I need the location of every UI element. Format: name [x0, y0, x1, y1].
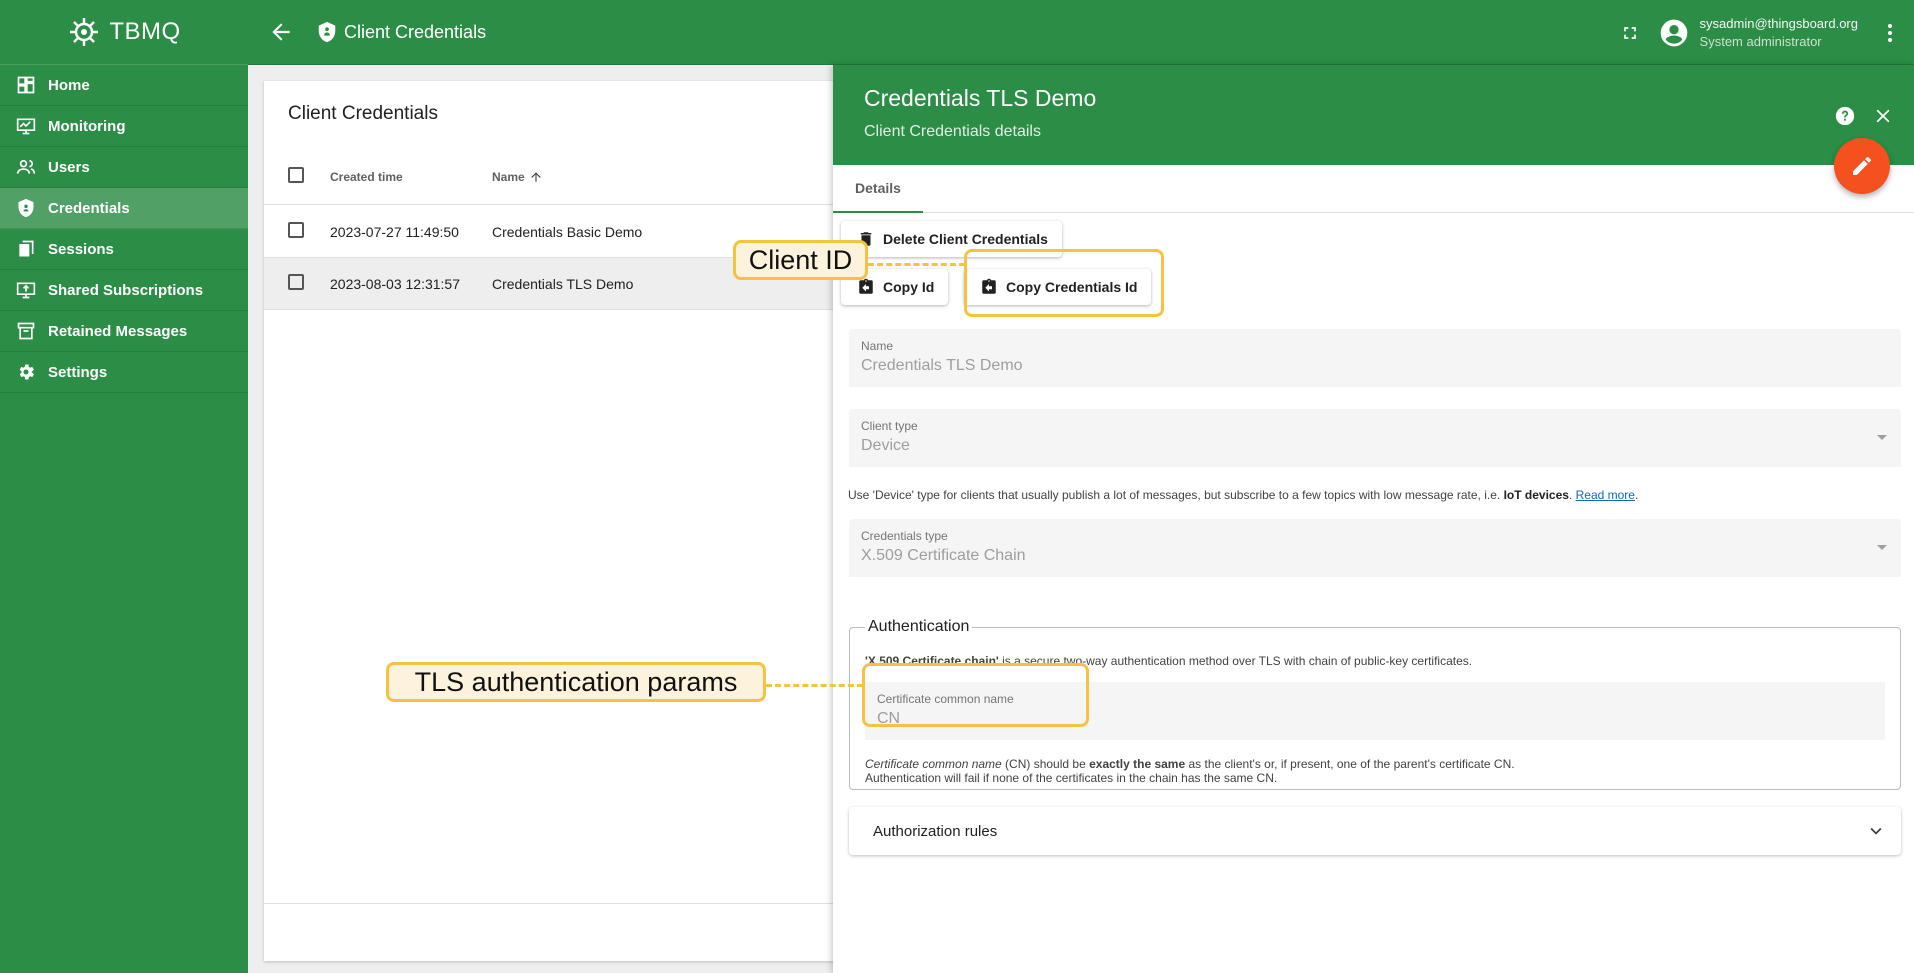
sidebar-item-settings[interactable]: Settings [0, 352, 248, 393]
delete-credentials-label: Delete Client Credentials [883, 231, 1048, 247]
authorization-rules-panel[interactable]: Authorization rules [849, 807, 1901, 855]
row-checkbox[interactable] [288, 222, 304, 238]
dashboard-icon [17, 76, 35, 94]
dropdown-arrow-icon [1877, 545, 1887, 550]
column-name[interactable]: Name [492, 170, 543, 184]
row-checkbox[interactable] [288, 274, 304, 290]
tls-params-connector [766, 684, 863, 687]
select-all-checkbox[interactable] [288, 167, 304, 183]
note-bold: exactly the same [1089, 757, 1186, 771]
row-name: Credentials Basic Demo [492, 223, 643, 240]
sidebar-item-credentials[interactable]: Credentials [0, 188, 248, 229]
column-name-label: Name [492, 169, 525, 184]
row-created-time: 2023-08-03 12:31:57 [330, 275, 460, 292]
user-email: sysadmin@thingsboard.org [1699, 16, 1858, 31]
details-tabs: Details [833, 165, 1914, 213]
chevron-down-icon [1870, 827, 1882, 835]
table-header: Created time Name [264, 149, 844, 205]
sidebar-item-users[interactable]: Users [0, 147, 248, 188]
client-type-label: Client type [861, 419, 918, 433]
authentication-legend: Authentication [868, 618, 970, 635]
close-icon[interactable] [1872, 105, 1894, 127]
help-icon[interactable] [1834, 105, 1856, 127]
name-field-value: Credentials TLS Demo [861, 357, 1023, 374]
sidebar-item-label: Credentials [48, 199, 130, 217]
shield-icon [18, 198, 34, 218]
hint-text: . [1634, 488, 1639, 502]
details-header: Credentials TLS Demo Client Credentials … [833, 65, 1914, 165]
tbmq-logo-icon [70, 18, 99, 46]
table-title: Client Credentials [288, 103, 438, 124]
tab-details[interactable]: Details [833, 165, 923, 213]
sidebar-item-sessions[interactable]: Sessions [0, 229, 248, 270]
sidebar-item-monitoring[interactable]: Monitoring [0, 106, 248, 147]
dropdown-arrow-icon [1877, 435, 1887, 440]
sidebar-item-label: Home [48, 76, 90, 94]
hint-text: Use 'Device' type for clients that usual… [848, 488, 1504, 502]
sort-arrow-up-icon [531, 171, 541, 182]
account-avatar-icon[interactable] [1658, 17, 1690, 49]
row-created-time: 2023-07-27 11:49:50 [330, 223, 459, 240]
sidebar-item-label: Users [48, 158, 90, 176]
sidebar-item-label: Settings [48, 363, 108, 381]
credentials-table-card: Client Credentials Created time Name 202… [264, 81, 844, 961]
row-name: Credentials TLS Demo [492, 275, 634, 292]
note-italic: Certificate common name [865, 757, 1002, 771]
fullscreen-icon[interactable] [1620, 23, 1640, 43]
note-text: (CN) should be [1001, 757, 1090, 771]
monitor-icon [16, 118, 36, 135]
client-type-hint: Use 'Device' type for clients that usual… [848, 488, 1638, 502]
note-text: Authentication will fail if none of the … [865, 771, 1278, 785]
tls-params-callout: TLS authentication params [386, 662, 766, 702]
archive-icon [17, 322, 35, 340]
app-logo[interactable]: TBMQ [0, 0, 248, 65]
read-more-link[interactable]: Read more [1576, 488, 1635, 502]
client-id-callout: Client ID [733, 240, 868, 280]
sidebar-item-home[interactable]: Home [0, 65, 248, 106]
more-vert-icon[interactable] [1878, 21, 1902, 45]
details-subtitle: Client Credentials details [864, 123, 1041, 140]
cn-field-highlight [862, 663, 1089, 727]
top-bar: Client Credentials sysadmin@thingsboard.… [248, 0, 1914, 65]
clipboard-arrow-icon [859, 278, 873, 294]
edit-button[interactable] [1834, 138, 1890, 194]
table-paginator [264, 903, 844, 961]
credentials-type-value: X.509 Certificate Chain [861, 547, 1026, 564]
subscriptions-icon [16, 282, 36, 299]
shield-icon [318, 21, 336, 43]
credentials-type-select[interactable]: Credentials type X.509 Certificate Chain [849, 519, 1901, 577]
sidebar-item-label: Shared Subscriptions [48, 281, 204, 299]
authorization-rules-label: Authorization rules [873, 822, 998, 840]
sidebar-item-retained-messages[interactable]: Retained Messages [0, 311, 248, 352]
name-field-label: Name [861, 339, 894, 353]
hint-bold-text: IoT devices [1503, 488, 1569, 502]
copy-id-label: Copy Id [883, 279, 935, 295]
note-text: as the client's or, if present, one of t… [1185, 757, 1515, 771]
pencil-icon [1853, 157, 1871, 175]
sidebar-item-label: Monitoring [48, 117, 126, 135]
sidebar-item-label: Retained Messages [48, 322, 188, 340]
user-info[interactable]: sysadmin@thingsboard.org System administ… [1700, 16, 1858, 49]
hint-text: . [1568, 488, 1576, 502]
column-created-time[interactable]: Created time [330, 170, 492, 184]
users-icon [16, 159, 36, 174]
back-arrow-icon[interactable] [268, 19, 294, 45]
client-type-value: Device [861, 437, 910, 454]
sidebar: TBMQ Home Monitoring Users Credentials Sessi… [0, 0, 248, 973]
client-type-select[interactable]: Client type Device [849, 409, 1901, 467]
credentials-type-label: Credentials type [861, 529, 948, 543]
gear-icon [19, 364, 34, 380]
sidebar-item-shared-subscriptions[interactable]: Shared Subscriptions [0, 270, 248, 311]
sidebar-item-label: Sessions [48, 240, 114, 258]
client-id-connector [868, 263, 965, 266]
name-field[interactable]: Name Credentials TLS Demo [849, 329, 1901, 387]
copy-credentials-highlight [964, 249, 1164, 317]
page-title: Client Credentials [344, 21, 487, 42]
details-title: Credentials TLS Demo [864, 85, 1097, 111]
user-role: System administrator [1699, 34, 1822, 49]
app-name: TBMQ [109, 18, 181, 45]
sessions-icon [19, 240, 34, 257]
details-panel: Credentials TLS Demo Client Credentials … [833, 65, 1914, 973]
cn-note: Certificate common name (CN) should be e… [865, 757, 1515, 785]
